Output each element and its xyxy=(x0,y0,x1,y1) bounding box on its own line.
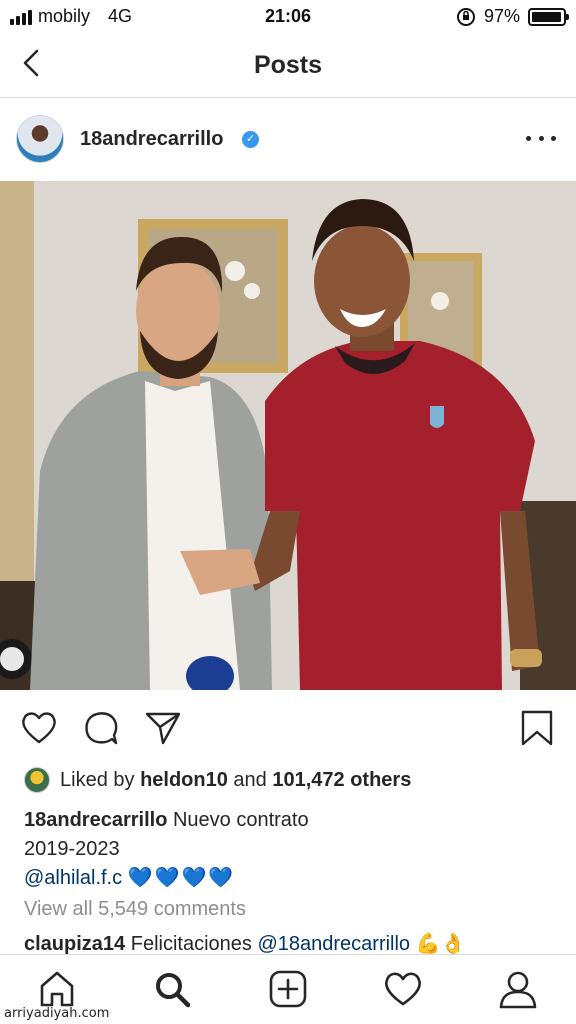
watermark: arriyadiyah.com xyxy=(4,1006,110,1021)
status-bar: mobily 4G 21:06 97% xyxy=(0,0,576,34)
comment-text: Felicitaciones xyxy=(125,933,258,955)
comment-mention[interactable]: @18andrecarrillo xyxy=(257,933,410,955)
likes-prefix: Liked by xyxy=(60,768,141,791)
nav-header: Posts xyxy=(0,34,576,98)
battery-percent: 97% xyxy=(483,6,520,26)
post-header: 18andrecarrillo ✓ xyxy=(0,100,576,180)
post-photo[interactable] xyxy=(0,181,576,690)
status-right: 97% xyxy=(456,6,569,27)
home-icon[interactable] xyxy=(37,969,77,1009)
orientation-lock-icon xyxy=(456,7,475,26)
profile-icon[interactable] xyxy=(498,969,538,1009)
post-photo-illustration xyxy=(0,181,576,690)
more-options-icon[interactable] xyxy=(526,128,556,148)
post-caption: 18andrecarrillo Nuevo contrato 2019-2023… xyxy=(24,806,554,893)
heart-outline-icon[interactable] xyxy=(20,709,58,747)
caption-mention[interactable]: @alhilal.f.c xyxy=(24,867,122,889)
search-icon[interactable] xyxy=(152,969,192,1009)
new-post-icon[interactable] xyxy=(268,969,308,1009)
comment-bubble-icon[interactable] xyxy=(82,709,120,747)
caption-text-line2: 2019-2023 xyxy=(24,838,120,860)
avatar[interactable] xyxy=(16,115,64,163)
battery-icon xyxy=(528,7,569,26)
comment-emoji: 💪👌 xyxy=(415,933,466,955)
comment-item: claupiza14 Felicitaciones @18andrecarril… xyxy=(24,931,465,956)
activity-heart-icon[interactable] xyxy=(383,969,423,1009)
paper-plane-icon[interactable] xyxy=(144,709,182,747)
likes-middle: and xyxy=(227,768,273,791)
likes-count[interactable]: 101,472 others xyxy=(272,769,411,792)
liker-username[interactable]: heldon10 xyxy=(140,769,228,792)
liker-avatar xyxy=(24,767,50,793)
comment-author[interactable]: claupiza14 xyxy=(24,933,125,955)
post-username[interactable]: 18andrecarrillo xyxy=(80,128,223,151)
view-all-comments-link[interactable]: View all 5,549 comments xyxy=(24,898,246,921)
caption-hearts: 💙💙💙💙 xyxy=(127,867,236,889)
verified-badge-icon: ✓ xyxy=(242,131,259,148)
post-actions xyxy=(0,705,576,751)
bookmark-icon[interactable] xyxy=(518,709,556,747)
page-title: Posts xyxy=(253,51,323,79)
likes-summary[interactable]: Liked by heldon10 and 101,472 others xyxy=(24,766,411,794)
caption-text-line1: Nuevo contrato xyxy=(167,809,309,831)
caption-author[interactable]: 18andrecarrillo xyxy=(24,809,167,831)
